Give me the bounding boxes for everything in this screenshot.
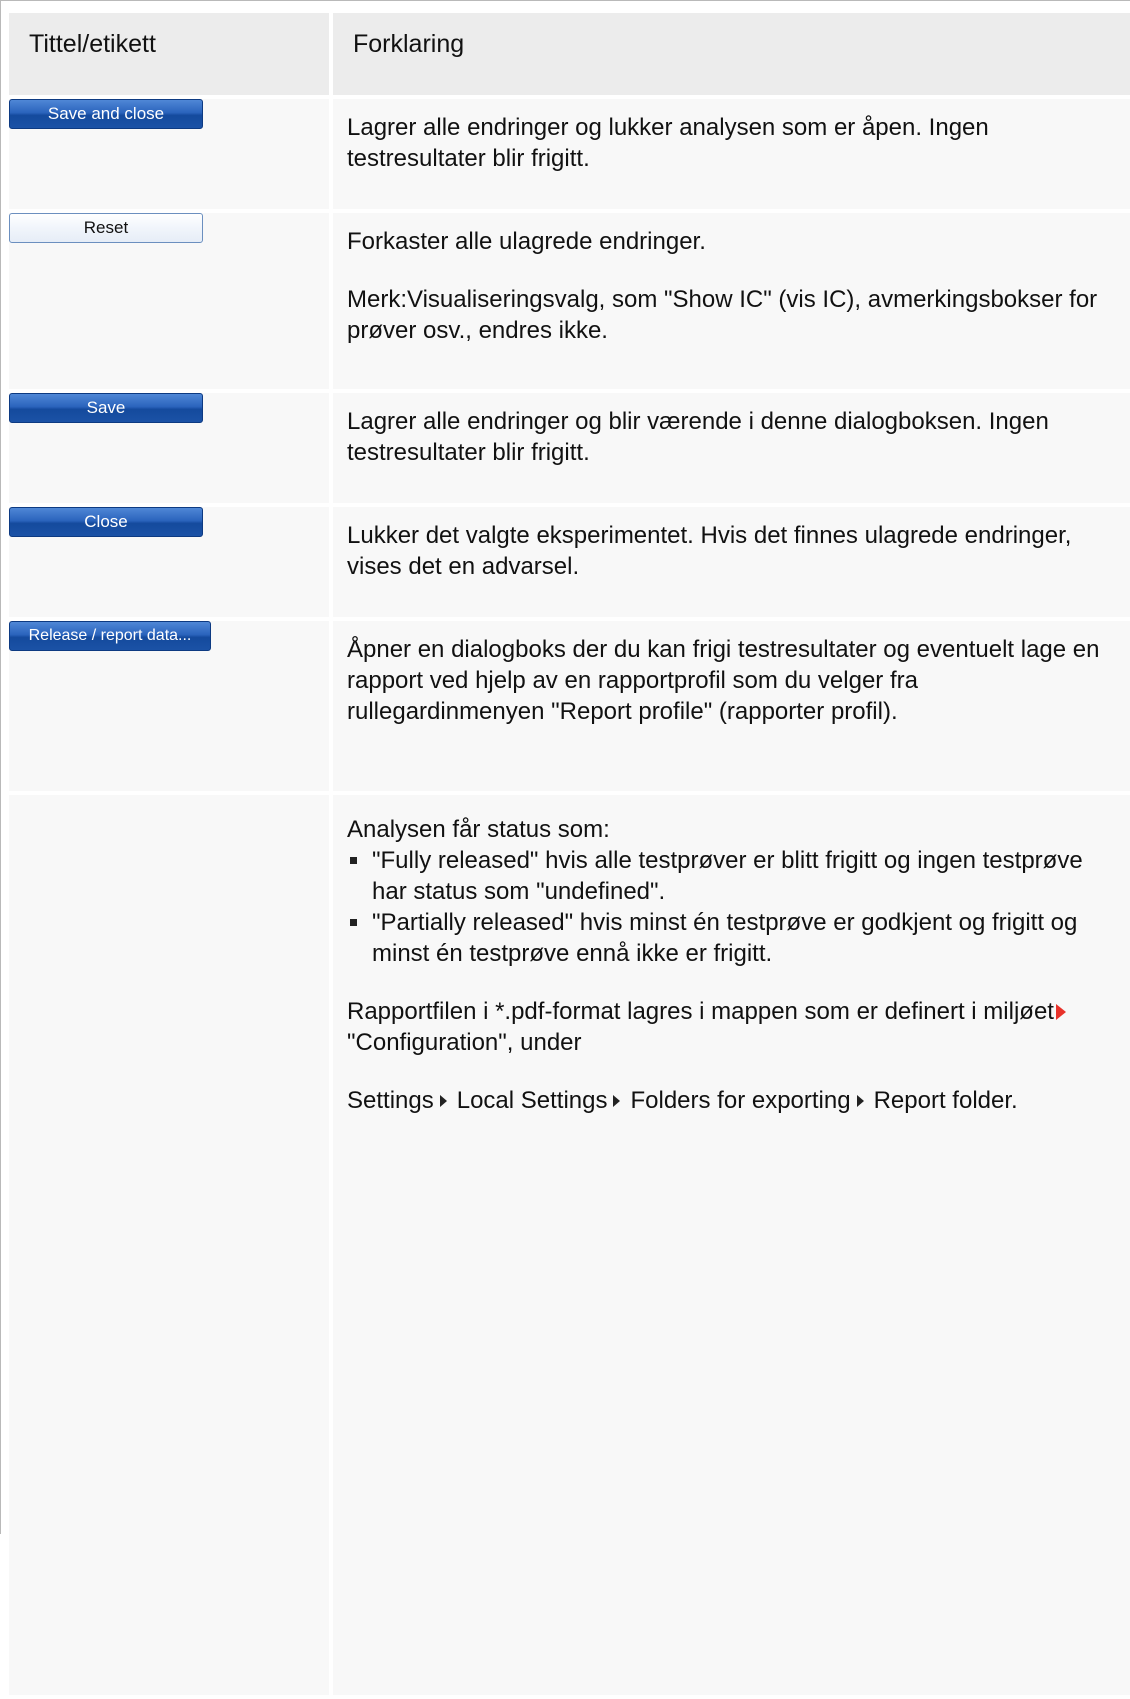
header-cell-title: Tittel/etikett (9, 13, 333, 95)
explanation-cell: Forkaster alle ulagrede endringer. Merk:… (333, 213, 1130, 389)
list-item: "Fully released" hvis alle testprøver er… (347, 845, 1117, 907)
status-intro: Analysen får status som: (347, 816, 610, 843)
empty-cell (9, 795, 333, 1695)
header-title-label: Tittel/etikett (29, 30, 156, 58)
explanation-text: Forkaster alle ulagrede endringer. (347, 228, 706, 255)
link-arrow-icon (1055, 1004, 1066, 1020)
button-cell: Save and close (9, 99, 333, 209)
button-cell: Reset (9, 213, 333, 389)
path-arrow-icon (439, 1095, 447, 1107)
explanation-cell: Lukker det valgte eksperimentet. Hvis de… (333, 507, 1130, 617)
close-button[interactable]: Close (9, 507, 203, 537)
report-text-before: Rapportfilen i *.pdf-format lagres i map… (347, 998, 1054, 1025)
explanation-text: Lagrer alle endringer og blir værende i … (347, 408, 1049, 466)
explanation-text: Lagrer alle endringer og lukker analysen… (347, 114, 989, 172)
explanation-note: Merk:Visualiseringsvalg, som "Show IC" (… (347, 286, 1098, 344)
path-settings: Settings (347, 1087, 434, 1114)
path-report-folder: Report folder. (873, 1087, 1018, 1114)
status-explanation-cell: Analysen får status som: "Fully released… (333, 795, 1130, 1695)
explanation-cell: Åpner en dialogboks der du kan frigi tes… (333, 621, 1130, 791)
table-row: Analysen får status som: "Fully released… (9, 795, 1130, 1695)
status-list: "Fully released" hvis alle testprøver er… (347, 845, 1117, 969)
table-row: Reset Forkaster alle ulagrede endringer.… (9, 213, 1130, 389)
path-folders-for-exporting: Folders for exporting (630, 1087, 851, 1114)
path-arrow-icon (613, 1095, 621, 1107)
save-and-close-button[interactable]: Save and close (9, 99, 203, 129)
table-row: Save Lagrer alle endringer og blir væren… (9, 393, 1130, 503)
explanation-text: Lukker det valgte eksperimentet. Hvis de… (347, 522, 1072, 580)
table-row: Close Lukker det valgte eksperimentet. H… (9, 507, 1130, 617)
header-explanation-label: Forklaring (353, 30, 465, 58)
path-local-settings: Local Settings (456, 1087, 608, 1114)
explanation-cell: Lagrer alle endringer og blir værende i … (333, 393, 1130, 503)
save-button[interactable]: Save (9, 393, 203, 423)
settings-path: Settings Local Settings Folders for export… (347, 1085, 1117, 1116)
button-cell: Save (9, 393, 333, 503)
table-row: Save and close Lagrer alle endringer og … (9, 99, 1130, 209)
list-item: "Partially released" hvis minst én testp… (347, 907, 1117, 969)
path-arrow-icon (856, 1095, 864, 1107)
header-cell-explanation: Forklaring (333, 13, 1130, 95)
report-text-after: , under (506, 1029, 582, 1056)
document-frame: Tittel/etikett Forklaring Save and close… (0, 0, 1130, 1695)
explanation-cell: Lagrer alle endringer og lukker analysen… (333, 99, 1130, 209)
button-cell: Close (9, 507, 333, 617)
button-cell: Release / report data... (9, 621, 333, 791)
reset-button[interactable]: Reset (9, 213, 203, 243)
release-report-data-button[interactable]: Release / report data... (9, 621, 211, 651)
table-header-row: Tittel/etikett Forklaring (9, 13, 1130, 95)
configuration-link[interactable]: "Configuration" (347, 1029, 507, 1056)
table-row: Release / report data... Åpner en dialog… (9, 621, 1130, 791)
button-reference-table: Tittel/etikett Forklaring Save and close… (9, 9, 1130, 1699)
explanation-text: Åpner en dialogboks der du kan frigi tes… (347, 636, 1100, 725)
report-location-text: Rapportfilen i *.pdf-format lagres i map… (347, 996, 1117, 1058)
